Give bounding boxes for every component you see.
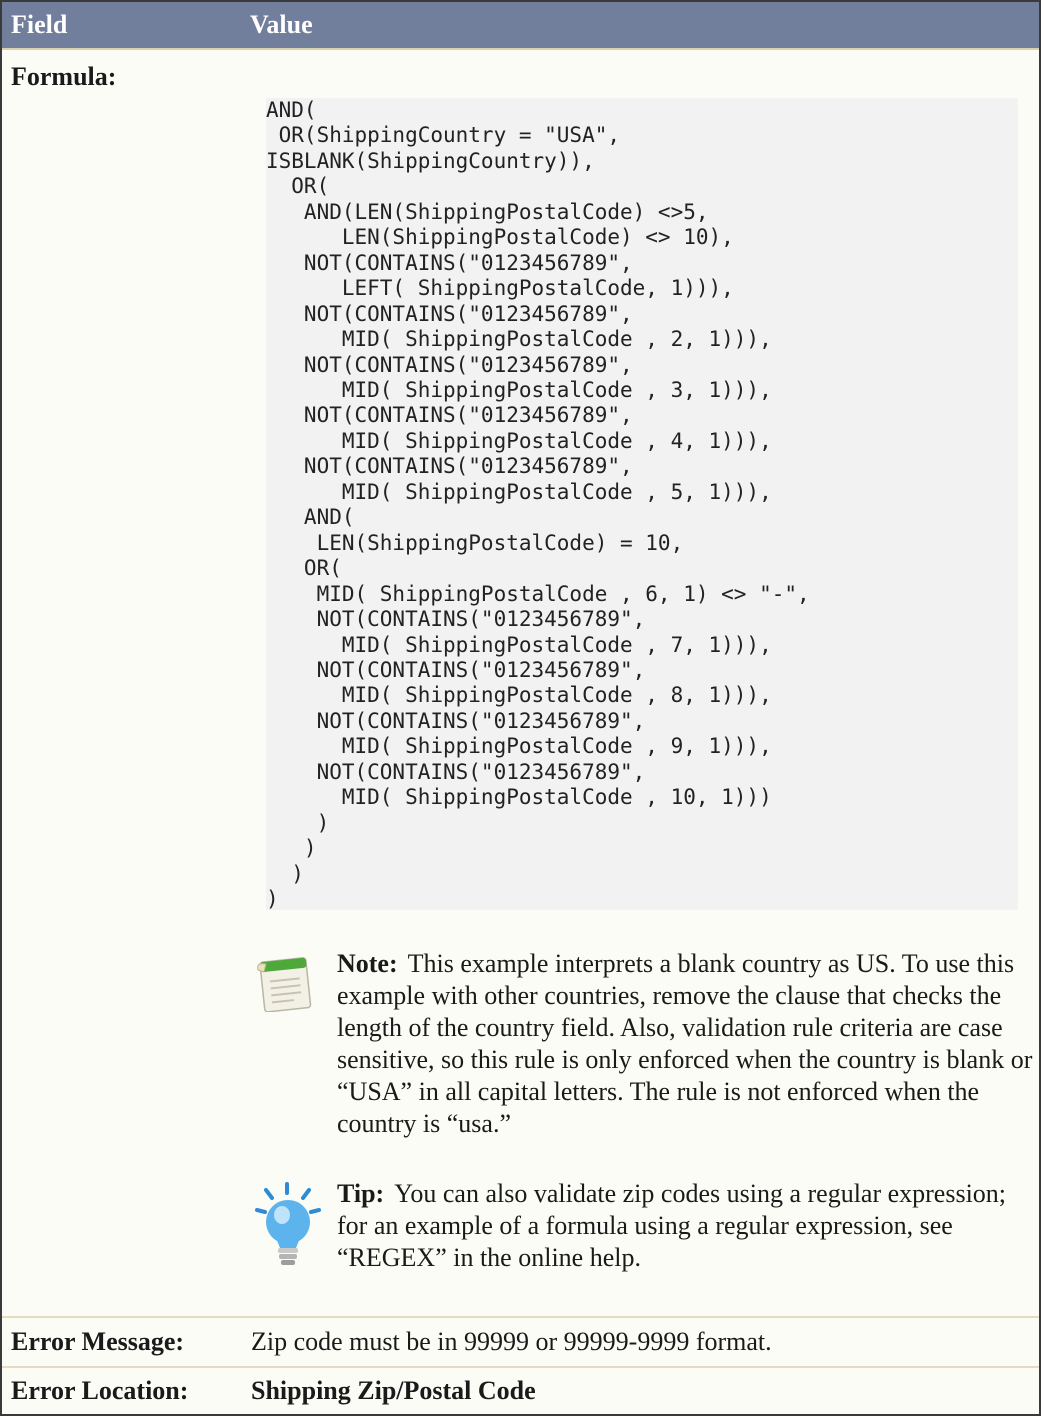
note-lead: Note: (337, 949, 398, 978)
header-field: Field (11, 10, 68, 39)
error-message-value: Zip code must be in 99999 or 99999-9999 … (251, 1327, 772, 1356)
error-location-label: Error Location: (11, 1376, 189, 1405)
table-header: Field Value (2, 2, 1039, 50)
tip-callout: Tip: You can also validate zip codes usin… (337, 1178, 1037, 1274)
error-location-value: Shipping Zip/Postal Code (251, 1376, 536, 1405)
note-callout: Note: This example interprets a blank cou… (337, 948, 1037, 1140)
validation-rule-table: Field Value Formula: AND( OR(ShippingCou… (0, 0, 1041, 1416)
row-separator (2, 1316, 1039, 1318)
error-message-label: Error Message: (11, 1327, 185, 1356)
header-value: Value (250, 10, 313, 39)
row-separator (2, 1366, 1039, 1368)
tip-text: You can also validate zip codes using a … (337, 1179, 1007, 1272)
note-icon (257, 957, 312, 1012)
note-text: This example interprets a blank country … (337, 949, 1033, 1138)
formula-code-block: AND( OR(ShippingCountry = "USA", ISBLANK… (266, 98, 1018, 910)
tip-lead: Tip: (337, 1179, 385, 1208)
formula-label: Formula: (11, 62, 117, 91)
lightbulb-icon (255, 1182, 321, 1265)
